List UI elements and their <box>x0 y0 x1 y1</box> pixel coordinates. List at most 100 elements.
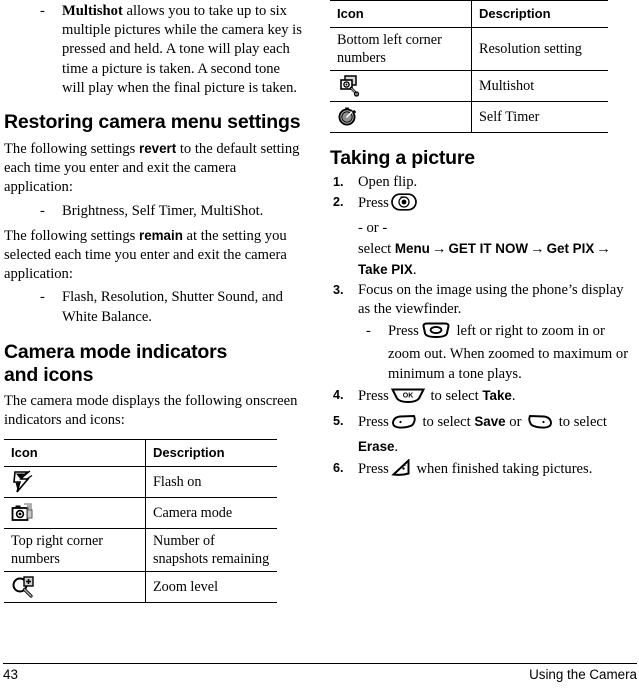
menu-arrow-icon: → <box>530 241 545 258</box>
footer-section-title: Using the Camera <box>529 667 637 682</box>
flash-on-icon-cell <box>4 466 146 499</box>
step-4-period: . <box>511 388 516 405</box>
menu-item-get-pix: Get PIX <box>546 241 595 257</box>
step-5-bold-save: Save <box>474 414 506 430</box>
table-header-icon: Icon <box>330 0 472 28</box>
multishot-bold-lead: Multishot <box>62 3 123 19</box>
bullet-dash: - <box>40 202 45 219</box>
revert-keyword: revert <box>138 141 177 157</box>
step-6-text: when finished taking pictures. <box>412 461 593 478</box>
table-cell-description: Multishot <box>471 70 608 102</box>
revert-settings-bullet: - Brightness, Self Timer, MultiShot. <box>4 202 304 221</box>
step-2-period: . <box>412 261 417 278</box>
step-5: 5. Press to select Save or to select Eras… <box>330 412 639 457</box>
menu-arrow-icon: → <box>431 241 447 258</box>
table-header-row: Icon Description <box>4 439 277 468</box>
paragraph-revert: The following settings revert to the def… <box>4 139 304 198</box>
step-3-substep: - Press left or right to zoom in or zoom … <box>358 322 639 384</box>
step-4-mid-text: to select <box>426 388 483 405</box>
step-1: 1. Open flip. <box>330 173 639 192</box>
step-4-bold-word: Take <box>482 388 512 404</box>
table-cell-icon-text: Bottom left corner numbers <box>330 27 472 71</box>
camera-indicators-table-left: Icon Description Flash on Camera mode To… <box>4 439 277 604</box>
left-softkey-icon <box>391 414 417 436</box>
step-2: 2. Press - or - select Menu → GET IT NOW → G… <box>330 193 639 280</box>
step-number: 2. <box>333 195 344 210</box>
step-5-bold-erase: Erase <box>358 438 395 454</box>
table-row: Camera mode <box>4 497 277 530</box>
left-column: - Multishot allows you to take up to six … <box>4 0 304 604</box>
remain-settings-bullet: - Flash, Resolution, Shutter Sound, and W… <box>4 288 304 326</box>
manual-page: - Multishot allows you to take up to six … <box>0 0 639 690</box>
step-3: 3. Focus on the image using the phone’s d… <box>330 281 639 384</box>
bullet-dash: - <box>40 3 45 19</box>
bullet-dash: - <box>40 289 45 306</box>
revert-settings-text: Brightness, Self Timer, MultiShot. <box>62 202 264 219</box>
table-row: Multishot <box>330 70 608 102</box>
camera-key-icon <box>390 193 417 217</box>
heading-restoring-camera-menu-settings: Restoring camera menu settings <box>4 111 301 134</box>
table-cell-icon-text: Top right corner numbers <box>4 528 146 573</box>
camera-indicators-table-right: Icon Description Bottom left corner numb… <box>330 0 608 133</box>
step-5-press-label: Press <box>358 414 389 431</box>
table-row: Self Timer <box>330 101 608 133</box>
table-cell-description: Number of snapshots remaining <box>145 528 277 573</box>
step-3-text: Focus on the image using the phone’s dis… <box>358 282 624 318</box>
menu-item-take-pix: Take PIX <box>358 261 413 277</box>
table-cell-description: Camera mode <box>145 497 277 530</box>
step-5-mid-text-2: or <box>505 414 526 431</box>
table-header-icon: Icon <box>4 439 146 468</box>
bullet-dash: - <box>366 322 371 339</box>
table-cell-description: Resolution setting <box>471 27 608 71</box>
page-number: 43 <box>3 667 18 682</box>
step-3-press-label: Press <box>388 322 419 339</box>
heading-camera-mode-indicators-line2: and icons <box>4 363 94 386</box>
step-5-period: . <box>394 438 399 455</box>
table-row: Flash on <box>4 466 277 499</box>
step-2-menu-path: select Menu → GET IT NOW → Get PIX → Take PIX. <box>358 239 639 280</box>
zoom-level-icon-cell <box>4 571 146 604</box>
step-number: 6. <box>333 461 344 476</box>
menu-arrow-icon: → <box>596 241 611 258</box>
self-timer-icon-cell <box>330 101 472 133</box>
footer-divider <box>3 663 637 664</box>
step-2-press-label: Press <box>358 195 389 212</box>
end-key-icon <box>391 458 411 483</box>
remain-settings-text: Flash, Resolution, Shutter Sound, and Wh… <box>62 289 283 325</box>
heading-taking-a-picture: Taking a picture <box>330 147 475 169</box>
step-number: 5. <box>333 414 344 429</box>
step-number: 3. <box>333 283 344 298</box>
multishot-icon <box>337 74 465 98</box>
page-footer: 43 Using the Camera <box>3 666 637 688</box>
table-cell-description: Self Timer <box>471 101 608 133</box>
step-1-text: Open flip. <box>358 174 418 190</box>
camera-mode-icon <box>11 502 139 524</box>
nav-key-icon <box>421 322 451 345</box>
multishot-bullet: - Multishot allows you to take up to six … <box>4 2 304 98</box>
camera-mode-icon-cell <box>4 497 146 530</box>
zoom-level-icon <box>11 576 139 598</box>
step-2-or: - or - <box>358 219 388 236</box>
paragraph-indicators-intro: The camera mode displays the following o… <box>4 392 298 429</box>
step-6: 6. Press when finished taking pictures. <box>330 458 639 483</box>
step-2-select-label: select <box>358 241 395 258</box>
table-row: Top right corner numbers Number of snaps… <box>4 528 277 573</box>
heading-camera-mode-indicators-line1: Camera mode indicators <box>4 340 228 363</box>
remain-keyword: remain <box>138 227 183 243</box>
table-row: Zoom level <box>4 571 277 604</box>
table-cell-description: Zoom level <box>145 571 277 604</box>
right-softkey-icon <box>527 414 553 436</box>
menu-item-get-it-now: GET IT NOW <box>448 241 529 257</box>
table-header-row: Icon Description <box>330 0 608 28</box>
step-5-mid-text-1: to select <box>418 414 475 431</box>
step-number: 4. <box>333 388 344 403</box>
table-cell-description: Flash on <box>145 466 277 499</box>
ok-key-icon: OK <box>390 387 425 410</box>
self-timer-icon <box>337 106 465 128</box>
table-row: Bottom left corner numbers Resolution se… <box>330 27 608 71</box>
paragraph-remain: The following settings remain at the set… <box>4 226 304 285</box>
step-4-press-label: Press <box>358 388 389 405</box>
step-4: 4. Press OK to select Take. <box>330 386 639 410</box>
paragraph-remain-part-a: The following settings <box>4 227 139 244</box>
multishot-icon-cell <box>330 70 472 102</box>
